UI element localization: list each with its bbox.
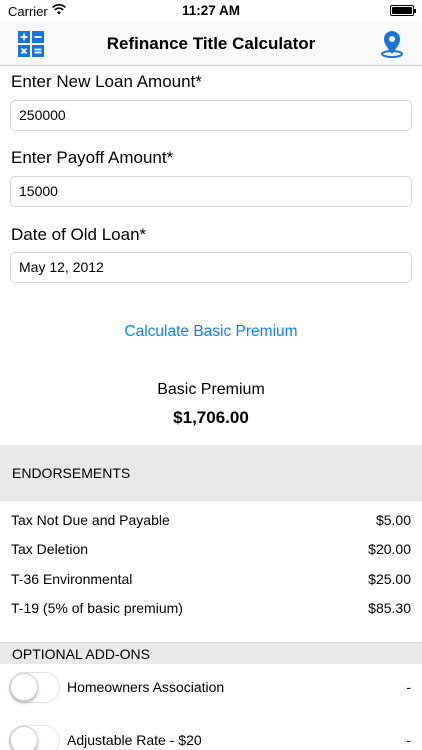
map-pin-icon[interactable] xyxy=(380,30,404,58)
adjustable-rate-toggle[interactable] xyxy=(9,725,60,750)
endorsement-name: Tax Deletion xyxy=(11,541,89,557)
addon-price: - xyxy=(406,732,411,748)
old-loan-date-field[interactable]: May 12, 2012 xyxy=(10,252,412,283)
clock: 11:27 AM xyxy=(181,3,241,18)
loan-amount-field[interactable]: 250000 xyxy=(10,100,412,131)
endorsements-header: ENDORSEMENTS xyxy=(0,445,422,501)
endorsement-price: $20.00 xyxy=(368,541,411,557)
endorsement-name: Tax Not Due and Payable xyxy=(11,512,170,528)
addon-price: - xyxy=(406,679,411,695)
addon-row: Homeowners Association - xyxy=(0,672,422,704)
endorsement-price: $25.00 xyxy=(368,571,411,587)
endorsement-name: T-19 (5% of basic premium) xyxy=(11,600,183,616)
endorsement-name: T-36 Environmental xyxy=(11,571,133,587)
nav-bar: Refinance Title Calculator xyxy=(0,22,422,66)
battery-icon xyxy=(390,5,416,16)
payoff-amount-label: Enter Payoff Amount* xyxy=(11,148,174,167)
addon-row: Adjustable Rate - $20 - xyxy=(0,725,422,750)
status-bar: Carrier 11:27 AM xyxy=(0,0,422,22)
calculate-premium-button[interactable]: Calculate Basic Premium xyxy=(0,323,422,341)
hoa-toggle[interactable] xyxy=(9,672,60,703)
addon-name: Homeowners Association xyxy=(67,679,225,695)
page-title: Refinance Title Calculator xyxy=(106,34,316,53)
endorsement-price: $5.00 xyxy=(375,512,411,528)
loan-amount-label: Enter New Loan Amount* xyxy=(11,72,202,91)
addon-name: Adjustable Rate - $20 xyxy=(67,732,202,748)
addons-header: OPTIONAL ADD-ONS xyxy=(0,642,422,664)
payoff-amount-field[interactable]: 15000 xyxy=(10,176,412,207)
basic-premium-label: Basic Premium xyxy=(157,381,265,398)
basic-premium-value: $1,706.00 xyxy=(173,408,249,427)
old-loan-date-label: Date of Old Loan* xyxy=(11,225,147,244)
endorsement-price: $85.30 xyxy=(368,600,411,616)
